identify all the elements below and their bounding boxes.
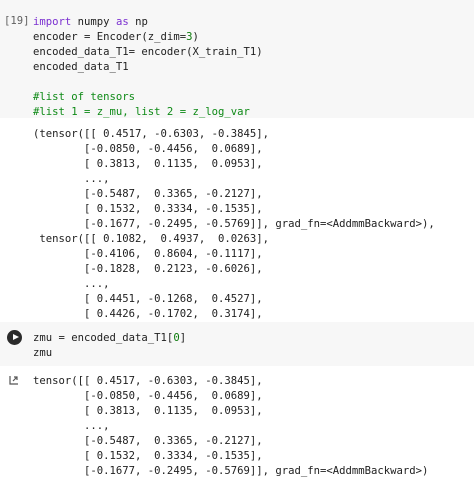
code-token: ] <box>179 332 187 344</box>
output-arrow-icon[interactable] <box>9 375 19 385</box>
code-token: as <box>115 16 129 28</box>
code-token: zmu = encoded_data_T1[ <box>33 332 174 344</box>
output-line: [ 0.3813, 0.1135, 0.0953], <box>33 158 263 170</box>
cell-output-1: (tensor([[ 0.4517, -0.6303, -0.3845], [-… <box>33 127 435 337</box>
code-token: #list of tensors <box>33 91 136 103</box>
output-line: [-0.5487, 0.3365, -0.2127], <box>33 435 263 447</box>
output-line: [ 0.1532, 0.3334, -0.1535], <box>33 203 263 215</box>
code-token: np <box>128 16 148 28</box>
code-line: encoded_data_T1= encoder(X_train_T1) <box>33 45 263 60</box>
code-token: zmu <box>33 347 53 359</box>
output-line: [-0.0850, -0.4456, 0.0689], <box>33 390 263 402</box>
output-line: [-0.1677, -0.2495, -0.5769]], grad_fn=<A… <box>33 218 435 230</box>
code-line: encoded_data_T1 <box>33 60 263 75</box>
code-token: encoded_data_T1= encoder(X_train_T1) <box>33 46 263 58</box>
execution-count: [19] <box>4 15 30 27</box>
output-line: [ 0.4426, -0.1702, 0.3174], <box>33 308 263 320</box>
output-line: [ 0.1532, 0.3334, -0.1535], <box>33 450 263 462</box>
code-token: import <box>33 16 72 28</box>
output-line: [-0.1677, -0.2495, -0.5769]], grad_fn=<A… <box>33 465 429 477</box>
output-line: tensor([[ 0.4517, -0.6303, -0.3845], <box>33 375 263 387</box>
output-line: [-0.4106, 0.8604, -0.1117], <box>33 248 263 260</box>
code-line: zmu <box>33 346 186 361</box>
code-editor-2[interactable]: zmu = encoded_data_T1[0] zmu <box>33 331 186 361</box>
code-token: numpy <box>71 16 116 28</box>
output-line: (tensor([[ 0.4517, -0.6303, -0.3845], <box>33 128 269 140</box>
output-line: [ 0.4451, -0.1268, 0.4527], <box>33 293 263 305</box>
run-cell-button[interactable] <box>7 330 22 345</box>
output-line: [ 0.3813, 0.1135, 0.0953], <box>33 405 263 417</box>
code-token: ) <box>192 31 199 43</box>
code-line: import numpy as np <box>33 15 263 30</box>
output-line: ..., <box>33 420 110 432</box>
cell-output-2: tensor([[ 0.4517, -0.6303, -0.3845], [-0… <box>33 374 428 479</box>
output-line: ..., <box>33 173 110 185</box>
output-line: [-0.1828, 0.2123, -0.6026], <box>33 263 263 275</box>
code-token: encoded_data_T1 <box>33 61 129 73</box>
code-token: #list 1 = z_mu, list 2 = z_log_var <box>33 106 250 118</box>
code-line: zmu = encoded_data_T1[0] <box>33 331 186 346</box>
code-line: encoder = Encoder(z_dim=3) <box>33 30 263 45</box>
code-token: encoder = Encoder(z_dim= <box>33 31 187 43</box>
code-line: #list of tensors <box>33 90 263 105</box>
output-line: [-0.5487, 0.3365, -0.2127], <box>33 188 263 200</box>
output-line: tensor([[ 0.1082, 0.4937, 0.0263], <box>33 233 269 245</box>
output-line: [-0.0850, -0.4456, 0.0689], <box>33 143 263 155</box>
code-editor-1[interactable]: import numpy as np encoder = Encoder(z_di… <box>33 15 263 120</box>
output-line: ..., <box>33 278 110 290</box>
code-line: #list 1 = z_mu, list 2 = z_log_var <box>33 105 263 120</box>
